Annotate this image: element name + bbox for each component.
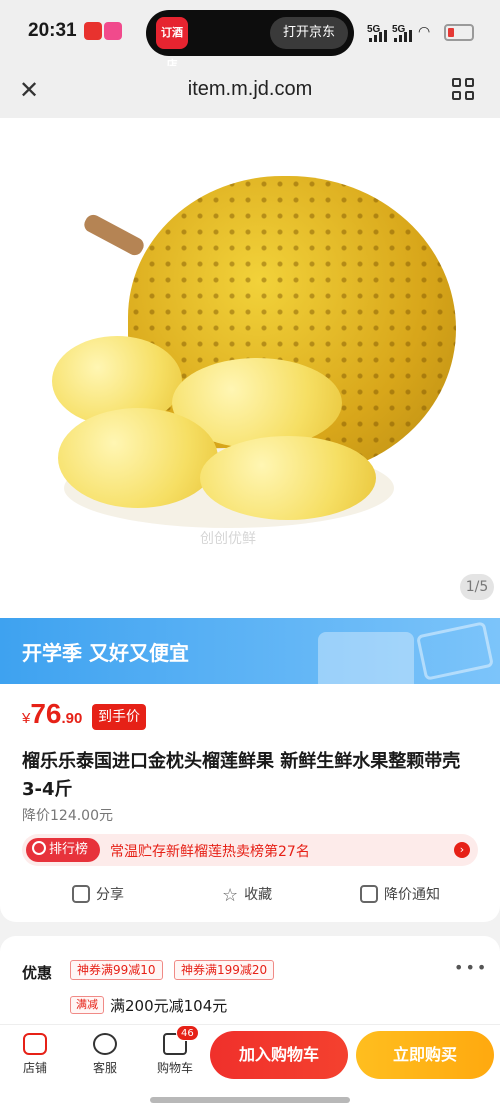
signal-bars-icon-2: [394, 30, 412, 42]
status-time: 20:31: [28, 20, 77, 41]
favorite-button[interactable]: ☆ 收藏: [222, 884, 272, 906]
ranking-tag-label: 排行榜: [49, 842, 89, 857]
share-button[interactable]: 分享: [72, 884, 124, 904]
price-decimal: .90: [61, 710, 83, 727]
hotel-app-logo: 订酒店: [156, 17, 188, 71]
open-jd-button[interactable]: 打开京东: [270, 17, 348, 49]
chevron-right-icon: ›: [454, 842, 470, 858]
share-icon: [72, 885, 90, 903]
grid-menu-icon[interactable]: [452, 78, 476, 102]
durian-pulp: [58, 408, 218, 508]
promo-banner[interactable]: 开学季 又好又便宜: [0, 618, 500, 684]
store-tab[interactable]: 店铺: [10, 1033, 60, 1076]
price-alert-button[interactable]: 降价通知: [360, 884, 440, 904]
bottom-action-bar: 店铺 客服 购物车 46 加入购物车 立即购买: [0, 1024, 500, 1111]
add-to-cart-button[interactable]: 加入购物车: [210, 1031, 348, 1079]
buy-now-button[interactable]: 立即购买: [356, 1031, 494, 1079]
price-tag-icon: [360, 885, 378, 903]
service-tab[interactable]: 客服: [80, 1033, 130, 1076]
favorite-label: 收藏: [244, 887, 273, 903]
durian-pulp: [200, 436, 376, 520]
pencil-illustration: [415, 621, 495, 681]
promotion-card[interactable]: 优惠 神券满99减10 神券满199减20 ••• 满减 满200元减104元: [0, 936, 500, 1026]
banner-text: 开学季 又好又便宜: [22, 641, 189, 665]
ranking-bar[interactable]: 排行榜 常温贮存新鲜榴莲热卖榜第27名 ›: [22, 834, 478, 866]
durian-stem: [81, 212, 147, 258]
discount-text: 满200元减104元: [110, 997, 228, 1015]
final-price-badge: 到手价: [92, 704, 146, 730]
signal-bars-icon: [369, 30, 387, 42]
customer-service-icon: [93, 1033, 117, 1055]
more-icon[interactable]: •••: [454, 958, 488, 977]
store-label: 店铺: [22, 1061, 47, 1075]
store-icon: [23, 1033, 47, 1055]
price-integer: 76: [30, 698, 62, 729]
image-watermark: 创创优鲜: [200, 531, 256, 547]
service-label: 客服: [92, 1061, 117, 1075]
gallery-counter: 1/5: [460, 574, 494, 600]
product-info-card: ¥76.90 到手价 榴乐乐泰国进口金枕头榴莲鲜果 新鲜生鲜水果整颗带壳 3-4…: [0, 684, 500, 922]
ranking-tag: 排行榜: [26, 838, 100, 862]
dynamic-island[interactable]: 订酒店 打开京东: [146, 10, 354, 71]
discount-tag: 满减: [70, 996, 104, 1014]
action-row: 分享 ☆ 收藏 降价通知: [0, 882, 500, 910]
home-indicator: [150, 1097, 350, 1103]
app-notification-icon: [84, 22, 102, 40]
url-text[interactable]: item.m.jd.com: [0, 78, 500, 101]
price: ¥76.90: [22, 698, 82, 730]
cart-count-badge: 46: [176, 1025, 199, 1041]
status-bar: 20:31 订酒店 打开京东 5G 5G ◠: [0, 0, 500, 71]
share-label: 分享: [96, 887, 124, 903]
product-title: 榴乐乐泰国进口金枕头榴莲鲜果 新鲜生鲜水果整颗带壳 3-4斤: [22, 751, 461, 800]
browser-url-bar: ✕ item.m.jd.com: [0, 66, 500, 118]
battery-icon: [444, 24, 474, 41]
star-icon: ☆: [222, 885, 239, 906]
coupon-badge[interactable]: 神券满199减20: [174, 960, 275, 980]
product-image-gallery[interactable]: 创创优鲜 1/5: [0, 118, 500, 618]
promo-label: 优惠: [22, 964, 53, 982]
original-price: 降价124.00元: [22, 808, 113, 824]
coupon-badge[interactable]: 神券满99减10: [70, 960, 163, 980]
folder-illustration: [318, 632, 414, 684]
wifi-icon: ◠: [418, 24, 431, 40]
ranking-text: 常温贮存新鲜榴莲热卖榜第27名: [110, 844, 310, 860]
trophy-icon: [32, 841, 46, 855]
app-notification-icon-2: [104, 22, 122, 40]
cart-label: 购物车: [156, 1061, 193, 1075]
price-alert-label: 降价通知: [384, 887, 440, 903]
